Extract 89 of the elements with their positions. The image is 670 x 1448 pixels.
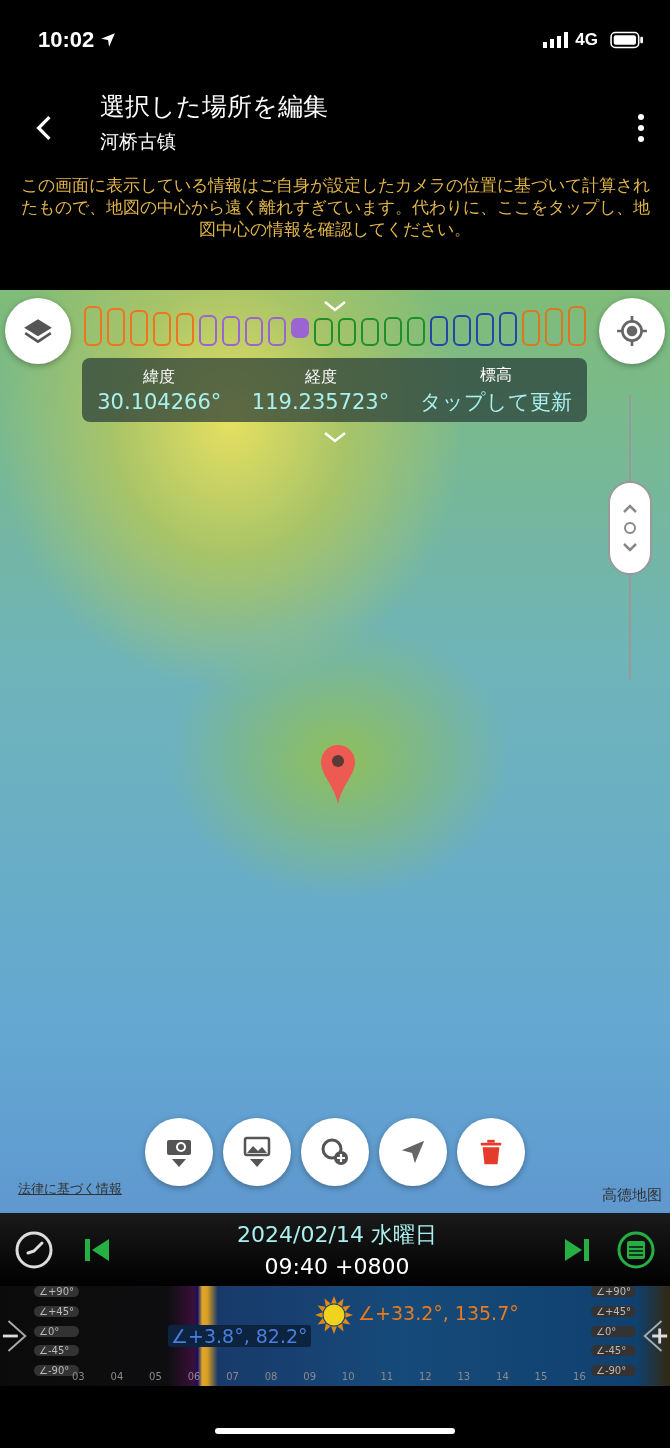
hour-label: 10 bbox=[341, 1371, 355, 1382]
chevron-down-icon[interactable] bbox=[323, 300, 347, 312]
page-title: 選択した場所を編集 bbox=[100, 91, 329, 123]
color-scale-segment[interactable] bbox=[406, 317, 425, 346]
coordinate-label: 標高 bbox=[479, 364, 512, 386]
navigation-arrow-button[interactable] bbox=[379, 1118, 447, 1186]
add-pin-button[interactable] bbox=[301, 1118, 369, 1186]
color-scale-segment[interactable] bbox=[130, 310, 149, 346]
angle-label: ∠0° bbox=[590, 1325, 636, 1337]
angle-label: ∠-45° bbox=[34, 1345, 80, 1357]
crosshair-icon bbox=[616, 315, 648, 347]
location-arrow-icon bbox=[100, 32, 117, 48]
hour-label: 11 bbox=[380, 1371, 394, 1382]
status-time: 10:02 bbox=[38, 27, 95, 53]
color-scale-segment[interactable] bbox=[475, 313, 494, 346]
signal-icon bbox=[543, 32, 570, 48]
angle-label: ∠+45° bbox=[590, 1305, 636, 1317]
sun-icon bbox=[315, 1296, 353, 1334]
hour-label: 13 bbox=[457, 1371, 471, 1382]
color-scale-segment[interactable] bbox=[245, 317, 264, 346]
battery-icon bbox=[610, 31, 644, 49]
back-chevron-icon bbox=[36, 114, 52, 141]
hour-label: 16 bbox=[573, 1371, 586, 1382]
image-drop-button[interactable] bbox=[223, 1118, 291, 1186]
color-scale-segment[interactable] bbox=[291, 318, 310, 338]
add-location-icon bbox=[319, 1136, 351, 1168]
hour-label: 12 bbox=[418, 1371, 432, 1382]
more-dots-icon bbox=[638, 113, 644, 142]
time-label[interactable]: 09:40 +0800 bbox=[264, 1254, 410, 1279]
legal-info-link[interactable]: 法律に基づく情報 bbox=[18, 1180, 122, 1198]
chevron-down-icon[interactable] bbox=[323, 431, 347, 443]
color-scale-segment[interactable] bbox=[429, 316, 448, 346]
hour-label: 05 bbox=[149, 1371, 162, 1382]
angle-label: ∠0° bbox=[34, 1325, 80, 1337]
hour-label: 07 bbox=[226, 1371, 239, 1382]
color-scale-segment[interactable] bbox=[360, 318, 379, 346]
color-scale-segment[interactable] bbox=[176, 313, 195, 346]
coordinate-label: 経度 bbox=[304, 366, 337, 388]
coordinate-label: 緯度 bbox=[143, 366, 176, 388]
color-scale-segment[interactable] bbox=[337, 318, 356, 346]
image-icon bbox=[242, 1135, 272, 1169]
clock-button[interactable] bbox=[14, 1229, 54, 1270]
angle-label: ∠+90° bbox=[34, 1286, 80, 1297]
color-scale-segment[interactable] bbox=[107, 308, 126, 346]
hour-label: 09 bbox=[303, 1371, 316, 1382]
hour-label: 06 bbox=[187, 1371, 201, 1382]
coordinate-value: タップして更新 bbox=[419, 388, 572, 416]
hour-label: 08 bbox=[264, 1371, 278, 1382]
camera-drop-button[interactable] bbox=[145, 1118, 213, 1186]
map-attribution: 高德地图 bbox=[602, 1186, 662, 1205]
color-scale-segment[interactable] bbox=[153, 312, 172, 346]
hour-label: 15 bbox=[534, 1371, 548, 1382]
coordinate-value: 119.235723° bbox=[251, 389, 390, 414]
coordinates-panel[interactable]: 緯度 30.104266° 経度 119.235723° 標高 タップして更新 bbox=[82, 358, 587, 422]
angle-label: ∠+90° bbox=[590, 1286, 636, 1297]
map-view[interactable]: 緯度 30.104266° 経度 119.235723° 標高 タップして更新 法律に基づく情報 高德地图 bbox=[0, 290, 670, 1213]
hour-label: 04 bbox=[110, 1371, 124, 1382]
color-scale-segment[interactable] bbox=[84, 306, 103, 346]
sunrise-reading: ∠+3.8°, 82.2° bbox=[168, 1325, 311, 1347]
angle-label: ∠-90° bbox=[590, 1365, 636, 1376]
sun-reading: ∠+33.2°, 135.7° bbox=[358, 1302, 519, 1324]
color-scale-segment[interactable] bbox=[268, 317, 287, 346]
calendar-button[interactable] bbox=[616, 1229, 656, 1270]
coordinate-value: 30.104266° bbox=[97, 389, 222, 414]
color-scale-segment[interactable] bbox=[452, 315, 471, 346]
color-scale-segment[interactable] bbox=[383, 317, 402, 346]
color-scale-segment[interactable] bbox=[498, 312, 517, 346]
page-subtitle: 河桥古镇 bbox=[100, 129, 177, 154]
locate-button[interactable] bbox=[599, 298, 665, 364]
layers-button[interactable] bbox=[5, 298, 71, 364]
delete-button[interactable] bbox=[457, 1118, 525, 1186]
sun-timeline[interactable]: ∠+90° ∠+45° ∠0° ∠-45° ∠-90° ∠+90° ∠+45° ∠0° ∠-45° ∠-90° ∠+3.8°, 82.2° ∠+33.2°, 135.7° 03 04 05 06 07 08 09 10 11 12 13 14 15 16 bbox=[0, 1286, 670, 1386]
color-scale-segment[interactable] bbox=[314, 318, 333, 346]
color-scale-segment[interactable] bbox=[544, 308, 563, 346]
notice-text[interactable]: この画面に表示している情報はご自身が設定したカメラの位置に基づいて計算されたもので、地図の中心から遠く離れすぎています。代わりに、ここをタップし、地図中心の情報を確認してください。 bbox=[0, 175, 670, 290]
zoom-slider[interactable] bbox=[608, 395, 652, 680]
color-scale-segment[interactable] bbox=[521, 310, 540, 346]
zoom-handle[interactable] bbox=[608, 480, 652, 575]
color-scale-segment[interactable] bbox=[199, 315, 218, 346]
angle-label: ∠+45° bbox=[34, 1305, 80, 1317]
color-scale-segment[interactable] bbox=[222, 316, 241, 346]
hour-label: 14 bbox=[496, 1371, 509, 1382]
skip-forward-button[interactable] bbox=[564, 1237, 590, 1262]
map-pin-icon[interactable] bbox=[320, 745, 356, 805]
color-scale-segment[interactable] bbox=[568, 306, 587, 346]
angle-label: ∠-45° bbox=[590, 1345, 636, 1357]
network-label: 4G bbox=[575, 30, 598, 50]
date-label[interactable]: 2024/02/14 水曜日 bbox=[237, 1220, 437, 1250]
hour-label: 03 bbox=[72, 1371, 85, 1382]
